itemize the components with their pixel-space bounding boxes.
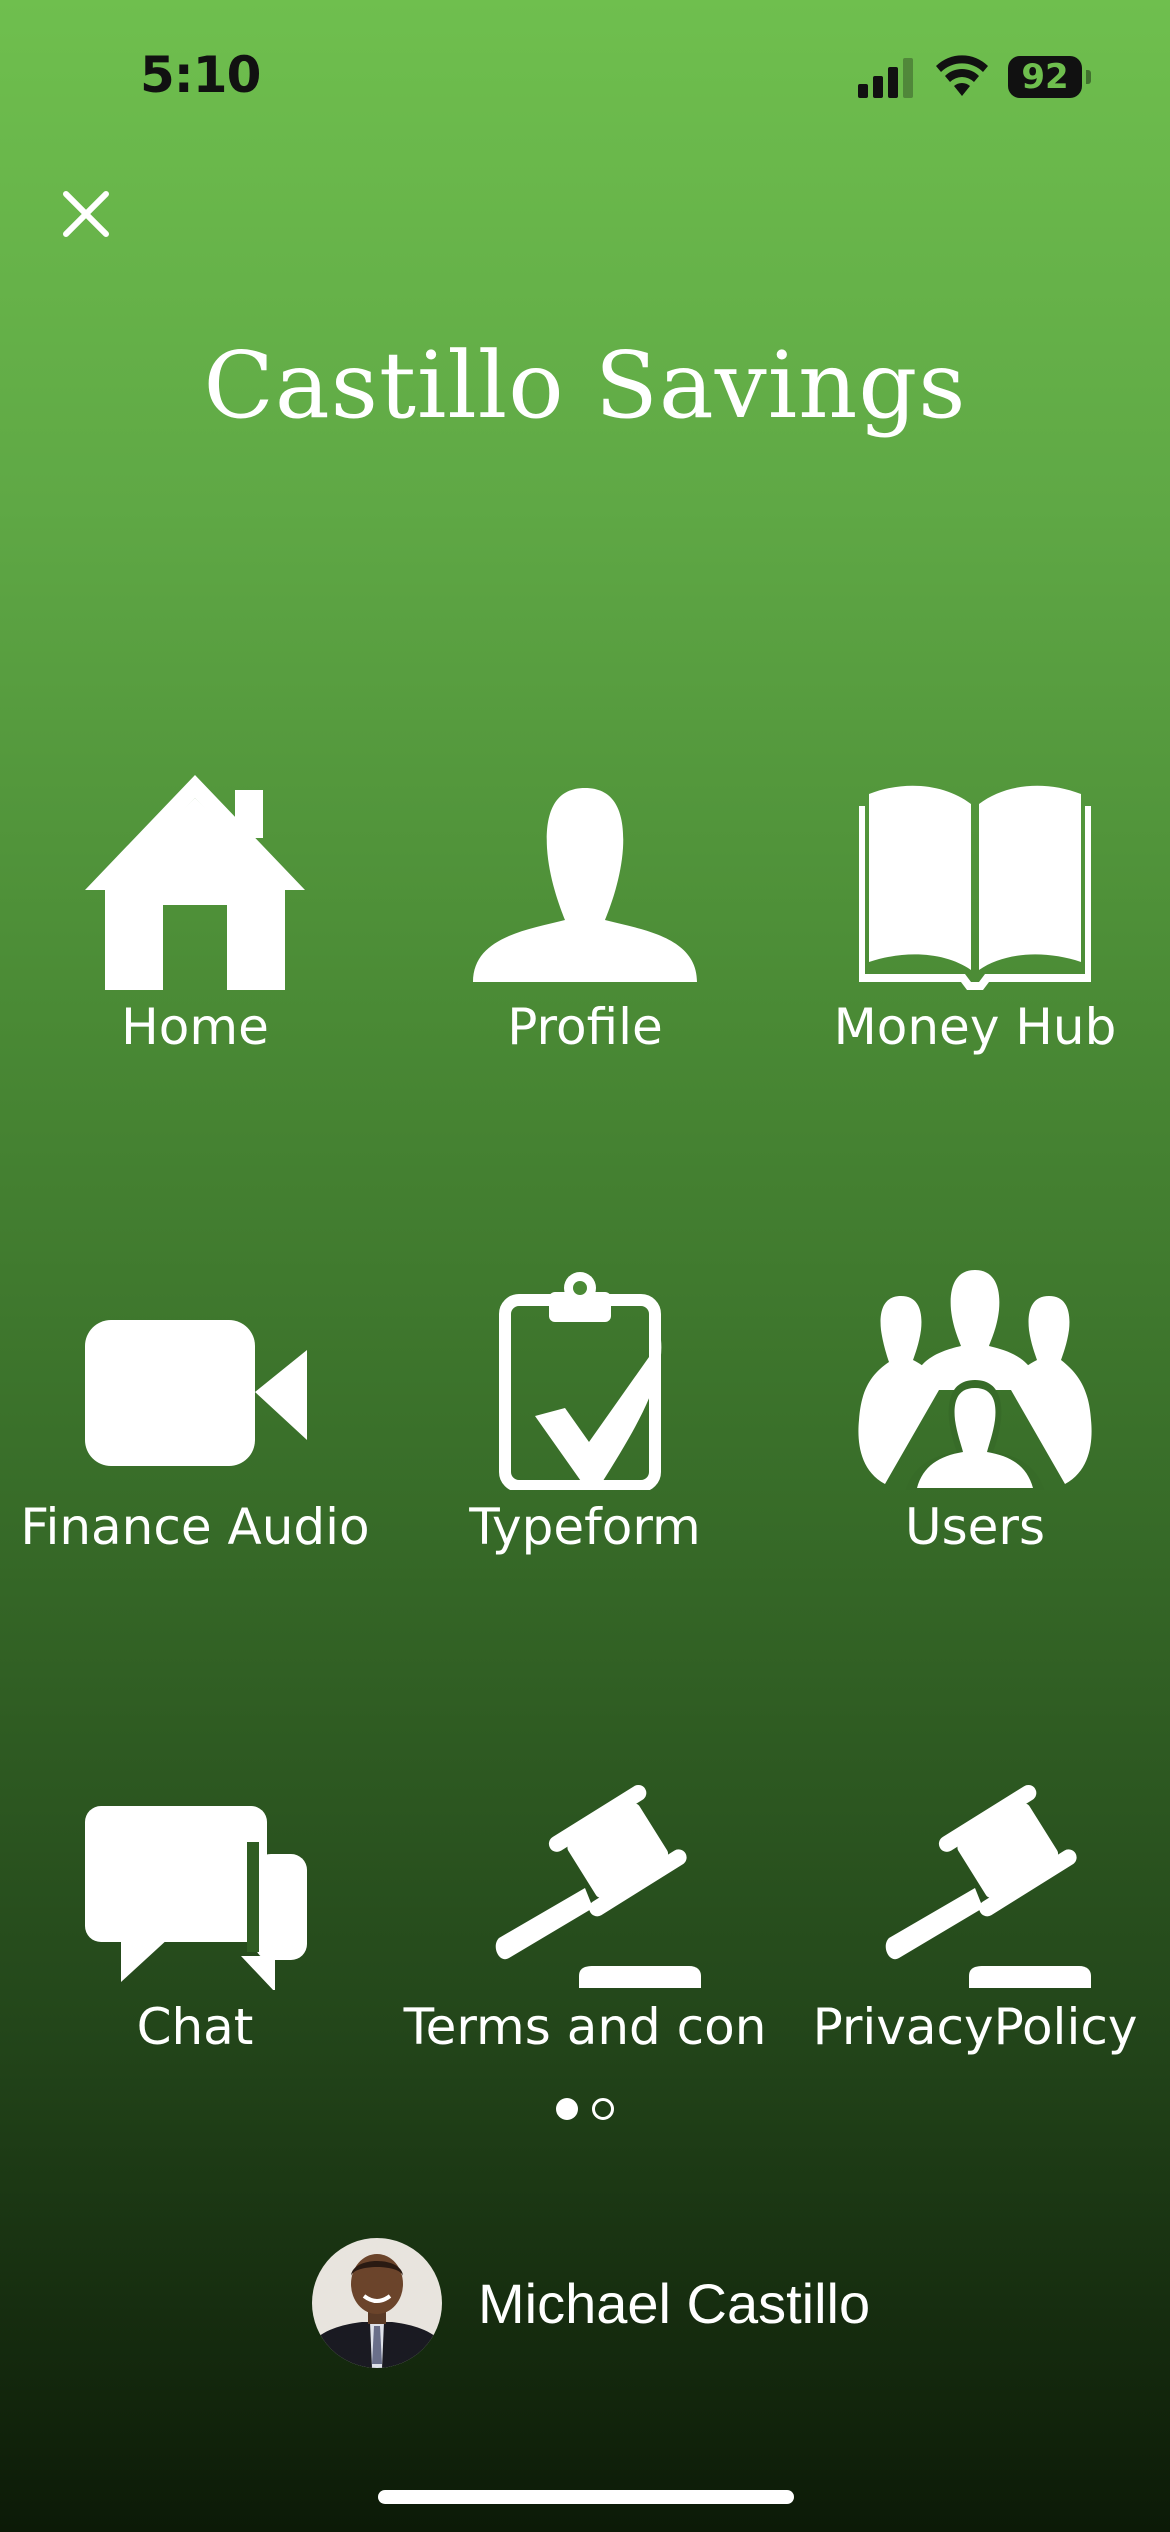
menu-item-label: Chat bbox=[136, 1998, 254, 2056]
group-icon bbox=[858, 1270, 1092, 1490]
video-camera-icon bbox=[85, 1320, 307, 1466]
menu-item-label: Money Hub bbox=[833, 998, 1117, 1056]
menu-item-label: Terms and con bbox=[403, 1998, 767, 2056]
menu-item-typeform[interactable]: Typeform bbox=[390, 1270, 780, 1610]
menu-item-privacy-policy[interactable]: PrivacyPolicy bbox=[780, 1770, 1170, 2110]
menu-item-home[interactable]: Home bbox=[0, 770, 390, 1110]
open-book-icon bbox=[859, 785, 1091, 990]
status-time: 5:10 bbox=[140, 46, 261, 104]
menu-item-chat[interactable]: Chat bbox=[0, 1770, 390, 2110]
menu-item-label: Profile bbox=[507, 998, 663, 1056]
menu-item-label: Home bbox=[121, 998, 269, 1056]
user-profile-row[interactable]: Michael Castillo bbox=[312, 2238, 870, 2368]
user-name: Michael Castillo bbox=[478, 2271, 871, 2335]
menu-item-profile[interactable]: Profile bbox=[390, 770, 780, 1110]
page-indicator[interactable] bbox=[0, 2098, 1170, 2120]
person-icon bbox=[473, 788, 697, 982]
menu-item-terms[interactable]: Terms and con bbox=[390, 1770, 780, 2110]
chat-bubbles-icon bbox=[85, 1806, 307, 1990]
menu-screen: 5:10 92 Castillo Savings Home Profile Mo… bbox=[0, 0, 1170, 2532]
gavel-icon bbox=[495, 1784, 701, 1988]
menu-item-label: Finance Audio bbox=[20, 1498, 370, 1556]
battery-icon: 92 bbox=[1008, 56, 1082, 98]
cellular-signal-icon bbox=[858, 58, 913, 98]
menu-item-money-hub[interactable]: Money Hub bbox=[780, 770, 1170, 1110]
close-icon[interactable] bbox=[58, 186, 114, 242]
status-bar: 5:10 92 bbox=[0, 0, 1170, 150]
gavel-icon bbox=[885, 1784, 1091, 1988]
menu-item-users[interactable]: Users bbox=[780, 1270, 1170, 1610]
battery-nub bbox=[1086, 70, 1091, 84]
page-dot-2[interactable] bbox=[592, 2098, 614, 2120]
menu-item-finance-audio[interactable]: Finance Audio bbox=[0, 1270, 390, 1610]
menu-item-label: Users bbox=[904, 1498, 1045, 1556]
battery-level: 92 bbox=[1021, 57, 1069, 97]
home-indicator[interactable] bbox=[378, 2490, 794, 2504]
house-icon bbox=[85, 775, 305, 990]
clipboard-check-icon bbox=[499, 1272, 662, 1490]
app-title: Castillo Savings bbox=[203, 332, 967, 439]
avatar-image bbox=[312, 2238, 442, 2368]
menu-item-label: PrivacyPolicy bbox=[812, 1998, 1138, 2056]
wifi-icon bbox=[936, 55, 988, 96]
page-dot-1[interactable] bbox=[556, 2098, 578, 2120]
avatar[interactable] bbox=[312, 2238, 442, 2368]
menu-item-label: Typeform bbox=[469, 1498, 701, 1556]
